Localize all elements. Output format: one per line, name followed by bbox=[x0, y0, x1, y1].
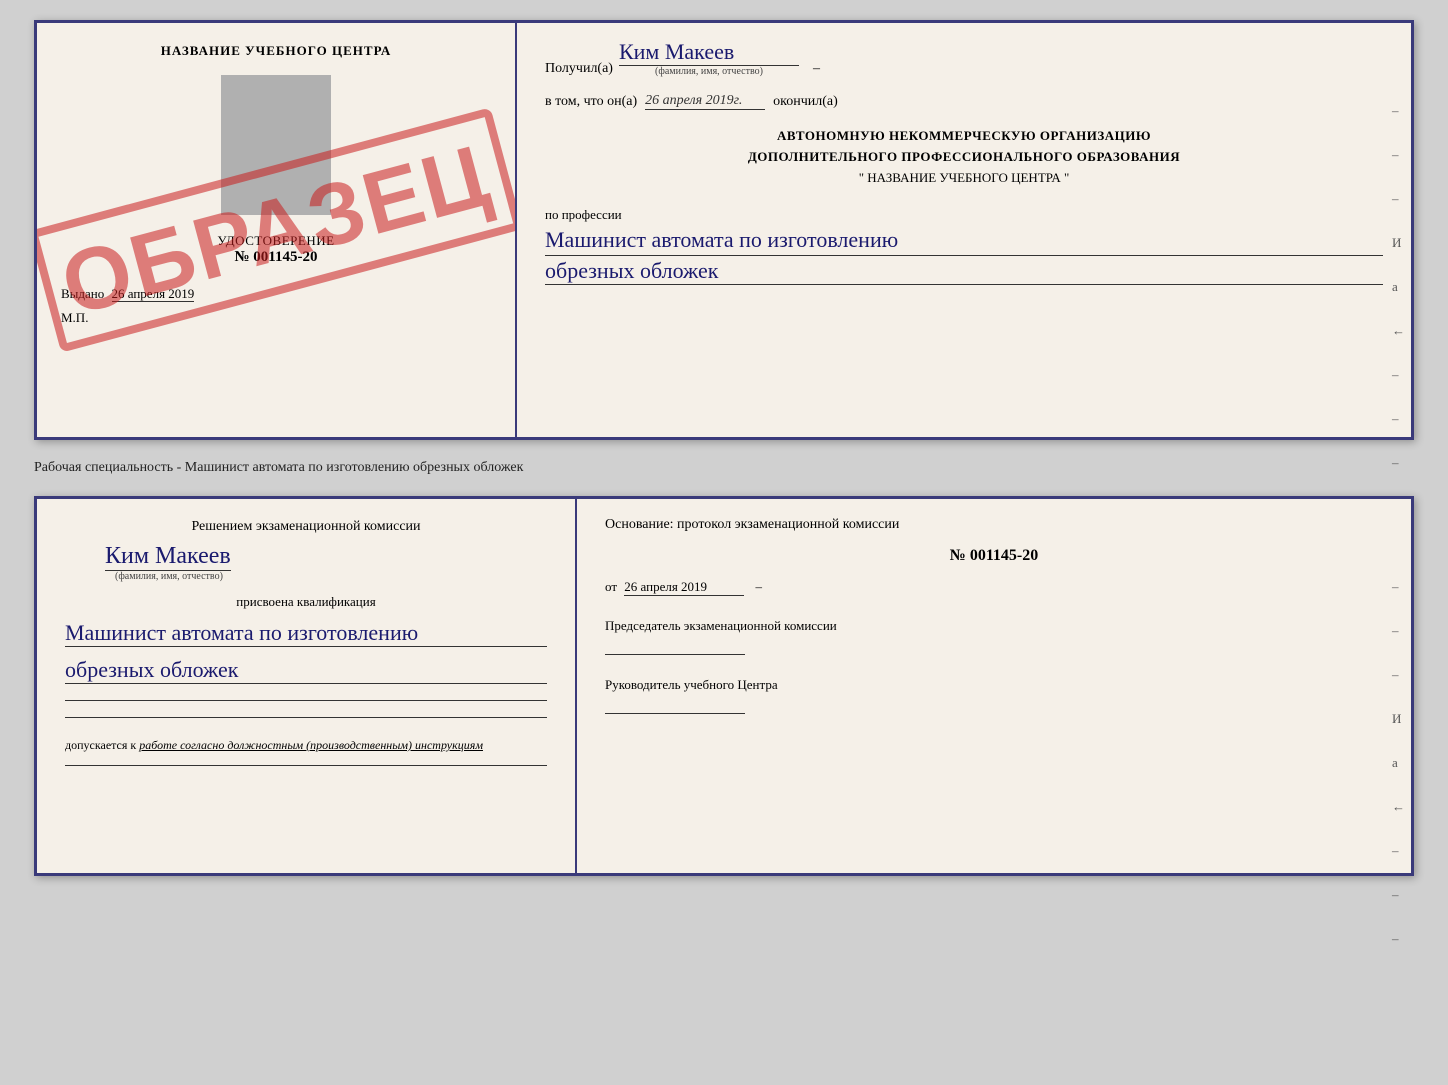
rukovod-label: Руководитель учебного Центра bbox=[605, 677, 1383, 693]
top-doc-right: Получил(а) Ким Макеев (фамилия, имя, отч… bbox=[517, 23, 1411, 437]
qualification-value2: обрезных обложек bbox=[65, 657, 547, 684]
side-marks-bottom: – – – И а ← – – – bbox=[1392, 579, 1405, 947]
middle-label: Рабочая специальность - Машинист автомат… bbox=[34, 456, 1414, 480]
org-line1: АВТОНОМНУЮ НЕКОММЕРЧЕСКУЮ ОРГАНИЗАЦИЮ bbox=[545, 126, 1383, 147]
blank-line3 bbox=[65, 765, 547, 766]
fio-sub-top: (фамилия, имя, отчество) bbox=[655, 66, 763, 77]
assigned-label: присвоена квалификация bbox=[65, 594, 547, 610]
received-line: Получил(а) Ким Макеев (фамилия, имя, отч… bbox=[545, 41, 1383, 77]
org-line3: " НАЗВАНИЕ УЧЕБНОГО ЦЕНТРА " bbox=[545, 168, 1383, 189]
issued-label: Выдано bbox=[61, 286, 104, 301]
side-marks-top: – – – И а ← – – – bbox=[1392, 103, 1405, 471]
org-block: АВТОНОМНУЮ НЕКОММЕРЧЕСКУЮ ОРГАНИЗАЦИЮ ДО… bbox=[545, 126, 1383, 188]
predsed-block: Председатель экзаменационной комиссии bbox=[605, 618, 1383, 655]
profession-value1: Машинист автомата по изготовлению bbox=[545, 226, 1383, 256]
profession-label: по профессии bbox=[545, 207, 622, 222]
received-label: Получил(а) bbox=[545, 61, 613, 77]
rukovod-sig-line bbox=[605, 713, 745, 714]
vtom-line: в том, что он(а) 26 апреля 2019г. окончи… bbox=[545, 93, 1383, 110]
допускается-value: работе согласно должностным (производств… bbox=[139, 738, 483, 752]
blank-line1 bbox=[65, 700, 547, 701]
допускается-label: допускается к bbox=[65, 738, 136, 752]
bottom-doc-left: Решением экзаменационной комиссии Ким Ма… bbox=[37, 499, 577, 873]
person-name-bottom: Ким Макеев bbox=[105, 543, 231, 571]
vtom-label: в том, что он(а) bbox=[545, 94, 637, 110]
udost-block: УДОСТОВЕРЕНИЕ № 001145-20 bbox=[217, 233, 334, 266]
received-name: Ким Макеев bbox=[619, 41, 799, 66]
profession-value2: обрезных обложек bbox=[545, 258, 1383, 285]
rukovod-block: Руководитель учебного Центра bbox=[605, 677, 1383, 714]
protocol-date-prefix: от bbox=[605, 579, 617, 594]
osnov-label: Основание: протокол экзаменационной коми… bbox=[605, 517, 1383, 533]
profession-block: по профессии Машинист автомата по изгото… bbox=[545, 206, 1383, 285]
fio-sub-bottom: (фамилия, имя, отчество) bbox=[115, 571, 223, 582]
top-document: НАЗВАНИЕ УЧЕБНОГО ЦЕНТРА УДОСТОВЕРЕНИЕ №… bbox=[34, 20, 1414, 440]
mp-label: М.П. bbox=[61, 310, 491, 326]
okonchil-label: окончил(а) bbox=[773, 94, 838, 110]
protocol-number: № 001145-20 bbox=[605, 547, 1383, 565]
допускается-block: допускается к работе согласно должностны… bbox=[65, 738, 547, 753]
cert-title: НАЗВАНИЕ УЧЕБНОГО ЦЕНТРА bbox=[161, 43, 392, 59]
issued-line: Выдано 26 апреля 2019 bbox=[61, 286, 491, 302]
photo-placeholder bbox=[221, 75, 331, 215]
blank-line2 bbox=[65, 717, 547, 718]
protocol-date-value: 26 апреля 2019 bbox=[624, 579, 744, 596]
bottom-document: Решением экзаменационной комиссии Ким Ма… bbox=[34, 496, 1414, 876]
vtom-date: 26 апреля 2019г. bbox=[645, 93, 765, 110]
org-line2: ДОПОЛНИТЕЛЬНОГО ПРОФЕССИОНАЛЬНОГО ОБРАЗО… bbox=[545, 147, 1383, 168]
udost-title: УДОСТОВЕРЕНИЕ bbox=[217, 233, 334, 249]
udost-number: № 001145-20 bbox=[217, 249, 334, 266]
bottom-doc-right: Основание: протокол экзаменационной коми… bbox=[577, 499, 1411, 873]
qualification-value1: Машинист автомата по изготовлению bbox=[65, 620, 547, 647]
protocol-date: от 26 апреля 2019 – bbox=[605, 579, 1383, 596]
top-doc-left: НАЗВАНИЕ УЧЕБНОГО ЦЕНТРА УДОСТОВЕРЕНИЕ №… bbox=[37, 23, 517, 437]
predsed-sig-line bbox=[605, 654, 745, 655]
issued-date: 26 апреля 2019 bbox=[112, 286, 195, 302]
decision-label: Решением экзаменационной комиссии bbox=[65, 519, 547, 535]
predsed-label: Председатель экзаменационной комиссии bbox=[605, 618, 1383, 634]
